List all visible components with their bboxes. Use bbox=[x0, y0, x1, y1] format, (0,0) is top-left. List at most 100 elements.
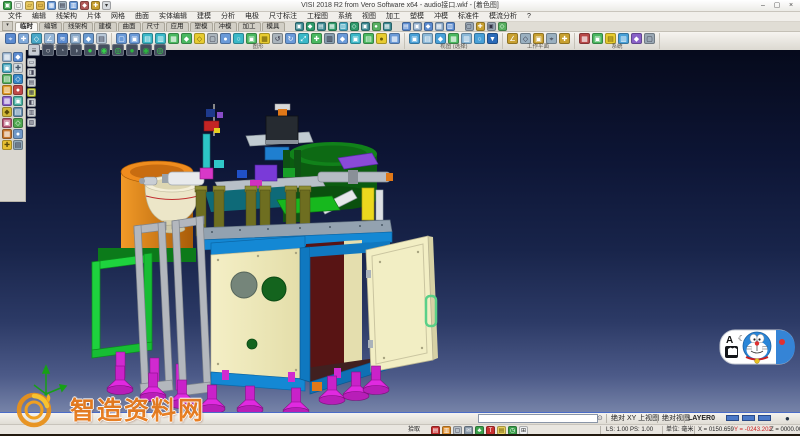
menu-item-14[interactable]: 加工 bbox=[381, 12, 405, 22]
tool-icon-0[interactable]: ▣ bbox=[3, 1, 12, 10]
menu-item-6[interactable]: 实体编辑 bbox=[154, 12, 192, 22]
tool-icon-5[interactable]: ◇ bbox=[350, 22, 359, 31]
tool-icon-2[interactable]: ▱ bbox=[25, 1, 34, 10]
tool-icon-0[interactable]: ▢ bbox=[116, 33, 127, 44]
tool-icon-0[interactable]: ▢ bbox=[465, 22, 474, 31]
tool-icon-12[interactable]: ↺ bbox=[272, 33, 283, 44]
tool-icon-5[interactable]: ○ bbox=[474, 33, 485, 44]
tab-10[interactable]: 模具 bbox=[262, 22, 285, 31]
tool-icon-6[interactable]: ▧ bbox=[27, 118, 36, 127]
menu-item-12[interactable]: 系统 bbox=[333, 12, 357, 22]
view-mode[interactable]: 绝对视图 bbox=[662, 413, 690, 424]
tool-icon-4[interactable]: ● bbox=[84, 44, 96, 56]
tool-icon-5[interactable]: ▣ bbox=[70, 33, 81, 44]
tool-icon-5[interactable]: ◆ bbox=[181, 33, 192, 44]
tool-icon-1[interactable]: ○ bbox=[42, 44, 54, 56]
close-button[interactable]: × bbox=[784, 0, 798, 12]
tool-icon-0[interactable]: ▭ bbox=[27, 58, 36, 67]
tool-icon-4[interactable]: ▦ bbox=[47, 1, 56, 10]
tool-icon-21[interactable]: ▦ bbox=[389, 33, 400, 44]
tool-icon-4[interactable]: ◧ bbox=[27, 98, 36, 107]
tool-icon-9[interactable]: ▾ bbox=[102, 1, 111, 10]
tool-icon-6[interactable]: ▥ bbox=[69, 1, 78, 10]
status-search-input[interactable] bbox=[478, 414, 598, 423]
tool-icon-0[interactable]: ≡ bbox=[28, 44, 40, 56]
tool-icon-4[interactable]: ◆ bbox=[631, 33, 642, 44]
menu-item-18[interactable]: 模流分析 bbox=[484, 12, 522, 22]
tool-icon-8[interactable]: ▦ bbox=[383, 22, 392, 31]
tool-icon-4[interactable]: ▥ bbox=[461, 33, 472, 44]
tool-icon-0[interactable]: ▣ bbox=[409, 33, 420, 44]
tool-icon-0[interactable]: ▦ bbox=[579, 33, 590, 44]
tool-icon-17[interactable]: ▤ bbox=[13, 140, 23, 150]
tool-icon-8[interactable]: ◉ bbox=[140, 44, 152, 56]
tool-icon-16[interactable]: ▥ bbox=[324, 33, 335, 44]
tool-icon-6[interactable]: ◆ bbox=[83, 33, 94, 44]
tab-4[interactable]: 曲面 bbox=[118, 22, 141, 31]
tab-7[interactable]: 塑模 bbox=[190, 22, 213, 31]
minimize-button[interactable]: – bbox=[756, 0, 770, 12]
tool-icon-0[interactable]: ▦ bbox=[2, 52, 12, 62]
tab-0[interactable]: 临时 bbox=[15, 22, 38, 31]
tool-icon-7[interactable]: ● bbox=[372, 22, 381, 31]
tab-overflow-button[interactable]: ▾ bbox=[2, 21, 13, 31]
tool-icon-2[interactable]: ◆ bbox=[424, 22, 433, 31]
menu-item-8[interactable]: 分析 bbox=[216, 12, 240, 22]
tab-9[interactable]: 加工 bbox=[238, 22, 261, 31]
tool-icon-0[interactable]: ⌖ bbox=[5, 33, 16, 44]
tool-icon-16[interactable]: ✚ bbox=[2, 140, 12, 150]
status-corner-dot-icon[interactable]: ● bbox=[785, 413, 790, 424]
tool-icon-2[interactable]: ◆ bbox=[435, 33, 446, 44]
tool-icon-3[interactable]: ▦ bbox=[435, 22, 444, 31]
tool-icon-7[interactable]: ● bbox=[13, 85, 23, 95]
tool-icon-14[interactable]: ▦ bbox=[2, 129, 12, 139]
menu-item-1[interactable]: 编辑 bbox=[27, 12, 51, 22]
menu-item-17[interactable]: 标准件 bbox=[453, 12, 484, 22]
menu-item-10[interactable]: 尺寸标注 bbox=[264, 12, 302, 22]
menu-item-4[interactable]: 网格 bbox=[106, 12, 130, 22]
tool-icon-4[interactable]: ▥ bbox=[446, 22, 455, 31]
tool-icon-3[interactable]: ∠ bbox=[44, 33, 55, 44]
tool-icon-5[interactable]: ◇ bbox=[13, 74, 23, 84]
tool-icon-1[interactable]: ◨ bbox=[27, 68, 36, 77]
tool-icon-2[interactable]: ◔ bbox=[56, 44, 68, 56]
menu-item-3[interactable]: 片体 bbox=[82, 12, 106, 22]
tool-icon-7[interactable]: ▤ bbox=[96, 33, 107, 44]
tool-icon-3[interactable]: ▥ bbox=[155, 33, 166, 44]
menu-item-5[interactable]: 曲面 bbox=[130, 12, 154, 22]
tool-icon-6[interactable]: ◎ bbox=[112, 44, 124, 56]
tool-icon-19[interactable]: ▤ bbox=[363, 33, 374, 44]
menu-item-15[interactable]: 塑模 bbox=[405, 12, 429, 22]
tool-icon-6[interactable]: ◇ bbox=[194, 33, 205, 44]
tool-icon-4[interactable]: ▥ bbox=[339, 22, 348, 31]
active-layer[interactable]: LAYER0 bbox=[688, 413, 715, 424]
tool-icon-20[interactable]: ● bbox=[376, 33, 387, 44]
tool-icon-17[interactable]: ◆ bbox=[337, 33, 348, 44]
tool-icon-13[interactable]: ◇ bbox=[13, 118, 23, 128]
tool-icon-3[interactable]: ◇ bbox=[498, 22, 507, 31]
tool-icon-6[interactable]: ▣ bbox=[361, 22, 370, 31]
3d-viewport[interactable] bbox=[0, 50, 800, 413]
tool-icon-0[interactable] bbox=[726, 415, 739, 421]
tool-icon-9[interactable]: ◎ bbox=[154, 44, 166, 56]
tool-icon-5[interactable]: ◉ bbox=[98, 44, 110, 56]
tool-icon-1[interactable]: ✚ bbox=[476, 22, 485, 31]
maximize-button[interactable]: ▢ bbox=[770, 0, 784, 12]
tool-icon-1[interactable]: ▤ bbox=[422, 33, 433, 44]
menu-item-2[interactable]: 线架构 bbox=[51, 12, 82, 22]
tool-icon-0[interactable]: ▤ bbox=[402, 22, 411, 31]
menu-item-0[interactable]: 文件 bbox=[3, 12, 27, 22]
tool-icon-1[interactable]: ◆ bbox=[13, 52, 23, 62]
tab-2[interactable]: 线架构 bbox=[63, 22, 93, 31]
tool-icon-8[interactable]: ✚ bbox=[91, 1, 100, 10]
tab-8[interactable]: 冲模 bbox=[214, 22, 237, 31]
tab-1[interactable]: 编辑 bbox=[39, 22, 62, 31]
tool-icon-1[interactable]: ✚ bbox=[18, 33, 29, 44]
tool-icon-11[interactable]: ▤ bbox=[13, 107, 23, 117]
tool-icon-1[interactable]: ▣ bbox=[129, 33, 140, 44]
tool-icon-9[interactable]: ○ bbox=[233, 33, 244, 44]
tool-icon-2[interactable]: ▣ bbox=[2, 63, 12, 73]
tool-icon-14[interactable]: ⤢ bbox=[298, 33, 309, 44]
tool-icon-5[interactable]: ▥ bbox=[27, 108, 36, 117]
menu-item-13[interactable]: 视图 bbox=[357, 12, 381, 22]
